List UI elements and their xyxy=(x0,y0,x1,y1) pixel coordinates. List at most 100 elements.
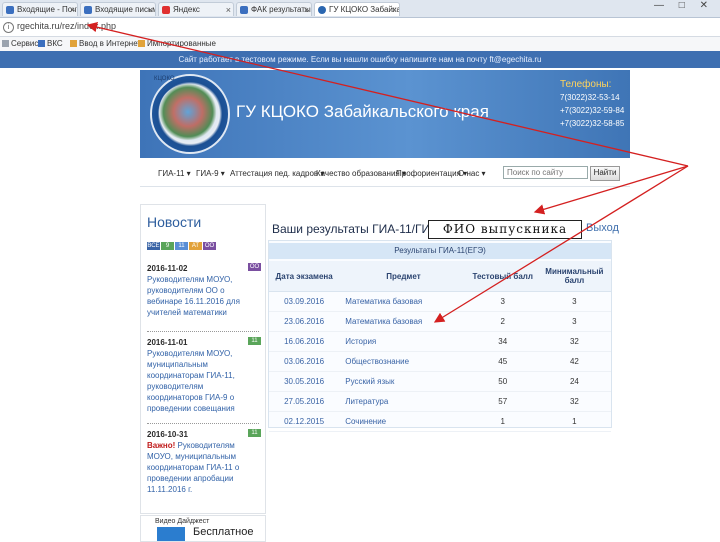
news-date: 2016-10-31 xyxy=(147,430,188,439)
browser-tab[interactable]: ФАК результаты × xyxy=(236,2,312,16)
news-badge: ОО xyxy=(248,263,261,271)
filter-badge-all[interactable]: ВСЕ xyxy=(147,242,160,250)
apps-icon xyxy=(2,40,9,47)
search-button[interactable]: Найти xyxy=(590,166,620,181)
search-input[interactable] xyxy=(503,166,588,179)
results-panel: Ваши результаты ГИА-11/ГИА-9 ФИО выпускн… xyxy=(268,204,630,432)
bookmark-item[interactable]: Импортированные xyxy=(138,37,216,51)
cell-score: 45 xyxy=(467,351,538,372)
filter-badge-11[interactable]: 11 xyxy=(175,242,188,250)
mail-icon xyxy=(84,6,92,14)
nav-item-attestation[interactable]: Аттестация пед. кадров ▾ xyxy=(230,169,324,178)
news-panel: Новости ВСЕ 9 11 АТ ОО 2016-11-02 Руководите… xyxy=(140,204,266,514)
site-title: ГУ КЦОКО Забайкальского края xyxy=(236,102,489,121)
browser-tab[interactable]: Входящие - Почта М × xyxy=(2,2,78,16)
cell-subject: История xyxy=(339,331,468,352)
cell-subject: Сочинение xyxy=(339,411,468,432)
table-row: 16.06.2016 История 34 32 xyxy=(269,331,611,352)
phone-number: +7(3022)32-58-85 xyxy=(560,119,625,128)
cell-score: 50 xyxy=(467,371,538,392)
cell-date: 27.05.2016 xyxy=(269,391,340,412)
phone-number: 7(3022)32-53-14 xyxy=(560,93,620,102)
browser-tab[interactable]: Входящие письма - Дом × xyxy=(80,2,156,16)
filter-badge-oo[interactable]: ОО xyxy=(203,242,216,250)
news-badge: 11 xyxy=(248,337,261,345)
filter-badge-9[interactable]: 9 xyxy=(161,242,174,250)
cell-date: 02.12.2015 xyxy=(269,411,340,432)
browser-tab-bar: Входящие - Почта М × Входящие письма - Д… xyxy=(0,0,720,18)
address-text[interactable]: rgechita.ru/rez/index.php xyxy=(17,21,116,31)
table-row: 23.06.2016 Математика базовая 2 3 xyxy=(269,311,611,332)
news-text[interactable]: Руководителям МОУО, муниципальным коорди… xyxy=(147,348,259,414)
nav-item-gia11[interactable]: ГИА-11 ▾ xyxy=(158,169,191,178)
phones-block: Телефоны: 7(3022)32-53-14 +7(3022)32-59-… xyxy=(560,78,630,130)
table-row: 27.05.2016 Литература 57 32 xyxy=(269,391,611,412)
news-filter: ВСЕ 9 11 АТ ОО xyxy=(147,239,217,250)
bookmark-item[interactable]: ВКС xyxy=(38,37,63,51)
news-title: Новости xyxy=(147,214,202,230)
site-icon xyxy=(240,6,248,14)
cell-min: 3 xyxy=(537,311,611,332)
divider xyxy=(147,423,259,424)
news-text[interactable]: Важно! Руководителям МОУО, муниципальным… xyxy=(147,440,259,495)
nav-item-quality[interactable]: Качество образования ▾ xyxy=(316,169,406,178)
filter-badge-at[interactable]: АТ xyxy=(189,242,202,250)
cell-subject: Литература xyxy=(339,391,468,412)
cell-min: 42 xyxy=(537,351,611,372)
nav-item-career[interactable]: Профориентация ▾ xyxy=(396,169,467,178)
yandex-icon xyxy=(162,6,170,14)
table-row: 03.09.2016 Математика базовая 3 3 xyxy=(269,291,611,312)
column-header: Тестовый балл xyxy=(467,261,538,292)
table-row: 30.05.2016 Русский язык 50 24 xyxy=(269,371,611,392)
column-header: Дата экзамена xyxy=(269,261,340,292)
news-date: 2016-11-01 xyxy=(147,338,188,347)
results-table-panel: Результаты ГИА-11(ЕГЭ) Дата экзамена Пре… xyxy=(268,240,612,432)
info-icon[interactable]: i xyxy=(3,22,14,33)
mail-icon xyxy=(6,6,14,14)
bookmarks-bar: Сервисы ВКС Ввод в Интернете Импортирова… xyxy=(0,37,720,52)
cell-score: 34 xyxy=(467,331,538,352)
cell-date: 03.09.2016 xyxy=(269,291,340,312)
news-item[interactable]: 2016-10-31 Важно! Руководителям МОУО, му… xyxy=(147,429,259,495)
window-controls[interactable]: — □ ✕ xyxy=(654,0,714,11)
bookmark-item[interactable]: Ввод в Интернете xyxy=(70,37,145,51)
column-header: Минимальный балл xyxy=(537,261,611,292)
cell-subject: Русский язык xyxy=(339,371,468,392)
cell-score: 2 xyxy=(467,311,538,332)
nav-item-gia9[interactable]: ГИА-9 ▾ xyxy=(196,169,225,178)
video-digest-widget[interactable]: Видео Дайджест Бесплатное xyxy=(140,515,266,542)
close-icon[interactable]: × xyxy=(148,3,153,16)
logo-text: КЦОКО xyxy=(154,76,175,82)
logo-emblem xyxy=(158,84,218,140)
site-icon xyxy=(318,6,326,14)
news-item[interactable]: 2016-11-02 Руководителям МОУО, руководит… xyxy=(147,263,259,318)
news-highlight: Важно! xyxy=(147,441,176,450)
browser-tab[interactable]: Яндекс × xyxy=(158,2,234,16)
browser-tab-active[interactable]: ГУ КЦОКО Забайкальск × xyxy=(314,2,400,16)
site-header: КЦОКО ГУ КЦОКО Забайкальского края Телеф… xyxy=(140,70,630,158)
cell-min: 32 xyxy=(537,331,611,352)
video-icon xyxy=(157,527,185,541)
close-icon[interactable]: × xyxy=(226,3,231,16)
close-icon[interactable]: × xyxy=(392,3,397,16)
close-icon[interactable]: × xyxy=(70,3,75,16)
cell-min: 1 xyxy=(537,411,611,432)
table-row: 03.06.2016 Обществознание 45 42 xyxy=(269,351,611,372)
nav-item-about[interactable]: О нас ▾ xyxy=(458,169,486,178)
results-title: Ваши результаты ГИА-11/ГИА-9 xyxy=(272,222,449,236)
table-row: 02.12.2015 Сочинение 1 1 xyxy=(269,411,611,432)
news-text[interactable]: Руководителям МОУО, руководителям ОО о в… xyxy=(147,274,259,318)
cell-subject: Математика базовая xyxy=(339,311,468,332)
cell-min: 24 xyxy=(537,371,611,392)
student-name-box: ФИО выпускника xyxy=(428,220,582,239)
cell-date: 30.05.2016 xyxy=(269,371,340,392)
exit-link[interactable]: Выход xyxy=(586,222,619,234)
cell-subject: Математика базовая xyxy=(339,291,468,312)
bookmark-icon xyxy=(38,40,45,47)
news-item[interactable]: 2016-11-01 Руководителям МОУО, муниципал… xyxy=(147,337,259,414)
table-caption: Результаты ГИА-11(ЕГЭ) xyxy=(269,243,611,259)
phone-number: +7(3022)32-59-84 xyxy=(560,106,625,115)
close-icon[interactable]: × xyxy=(304,3,309,16)
news-date: 2016-11-02 xyxy=(147,264,188,273)
address-bar[interactable]: i rgechita.ru/rez/index.php xyxy=(0,18,720,37)
